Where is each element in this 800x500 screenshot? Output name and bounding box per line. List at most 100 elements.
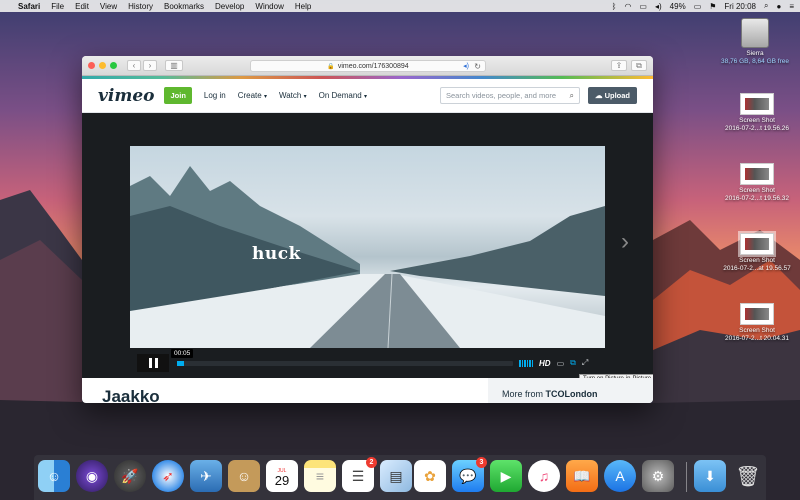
progress-bar[interactable]: 00:05: [171, 348, 513, 366]
desktop-file-screenshot[interactable]: Screen Shot 2016-07-2...at 19.56.57: [717, 231, 797, 273]
wifi-icon[interactable]: ◠: [624, 2, 631, 11]
nav-watch[interactable]: Watch ▾: [279, 91, 307, 100]
volume-control[interactable]: [519, 359, 533, 367]
dock-separator: [686, 462, 687, 492]
fullscreen-icon[interactable]: ⤢: [582, 358, 588, 368]
lock-icon: 🔒: [327, 64, 335, 70]
back-button[interactable]: ‹: [127, 60, 141, 71]
messages-icon[interactable]: 💬 3: [452, 457, 487, 492]
nav-create[interactable]: Create ▾: [238, 91, 267, 100]
notes-icon[interactable]: ≡: [304, 460, 336, 492]
search-icon[interactable]: ⌕: [570, 88, 574, 103]
volume-bar: [531, 359, 533, 367]
video-frame[interactable]: huck: [130, 146, 605, 348]
menu-help[interactable]: Help: [295, 2, 311, 11]
next-video-arrow-icon[interactable]: ›: [621, 228, 629, 256]
zoom-window-button[interactable]: [110, 62, 117, 69]
safari-icon[interactable]: ➶: [152, 460, 184, 492]
forward-button[interactable]: ›: [143, 60, 157, 71]
itunes-icon[interactable]: ♫: [528, 460, 560, 492]
app-store-icon[interactable]: A: [604, 460, 636, 492]
login-link[interactable]: Log in: [204, 91, 226, 100]
search-placeholder: Search videos, people, and more: [445, 91, 557, 100]
airplay-icon[interactable]: ▭: [639, 2, 647, 11]
screenshot-thumbnail: [738, 231, 776, 257]
menu-app-safari[interactable]: Safari: [18, 2, 40, 11]
battery-percent[interactable]: 49%: [670, 2, 686, 11]
screenshot-thumbnail: [740, 163, 774, 185]
minimize-window-button[interactable]: [99, 62, 106, 69]
reminders-icon[interactable]: ☰ 2: [342, 457, 377, 492]
reload-icon[interactable]: ↻: [474, 61, 481, 72]
chevron-down-icon: ▾: [303, 94, 307, 100]
player-controls: 00:05 HD ▭ ⧉ ⤢: [130, 348, 605, 375]
sidebar-toggle-icon[interactable]: ▥: [165, 60, 183, 71]
mail-icon[interactable]: ✈: [190, 460, 222, 492]
vimeo-logo[interactable]: vimeo: [98, 86, 154, 106]
spotlight-icon[interactable]: ⌕: [764, 1, 768, 11]
address-bar[interactable]: 🔒 vimeo.com/176300894 ◂) ↻: [250, 60, 486, 72]
current-time: 00:05: [171, 348, 194, 358]
video-scene: [130, 166, 605, 348]
calendar-icon[interactable]: JUL 29: [266, 460, 298, 492]
nav-on-demand[interactable]: On Demand ▾: [319, 91, 367, 100]
menu-edit[interactable]: Edit: [75, 2, 89, 11]
share-icon[interactable]: ⇪: [611, 60, 627, 71]
upload-button[interactable]: ☁ Upload: [587, 87, 637, 104]
menu-file[interactable]: File: [51, 2, 64, 11]
join-button[interactable]: Join: [164, 87, 192, 104]
upload-label: Upload: [604, 91, 630, 100]
user-icon[interactable]: ●: [776, 2, 781, 11]
menu-bookmarks[interactable]: Bookmarks: [164, 2, 204, 11]
tabs-overview-icon[interactable]: ⧉: [631, 60, 647, 71]
siri-icon[interactable]: ◉: [76, 460, 108, 492]
menu-window[interactable]: Window: [255, 2, 283, 11]
bluetooth-icon[interactable]: ᛒ: [612, 2, 617, 11]
volume-bar: [521, 359, 523, 367]
hd-button[interactable]: HD: [539, 359, 551, 368]
downloads-folder-icon[interactable]: ⬇: [694, 460, 726, 492]
file-name-detail: 2016-07-2...t 19.56.26: [725, 125, 789, 132]
pause-icon: [148, 358, 152, 368]
launchpad-icon[interactable]: 🚀: [114, 460, 146, 492]
contacts-icon[interactable]: ☺: [228, 460, 260, 492]
preview-icon[interactable]: ▤: [380, 460, 412, 492]
facetime-icon[interactable]: ▶: [490, 460, 522, 492]
hard-drive-icon: [741, 18, 769, 48]
reminders-badge: 2: [366, 457, 377, 468]
search-input[interactable]: Search videos, people, and more ⌕: [439, 87, 580, 104]
more-from-panel: More from TCOLondon: [488, 378, 653, 403]
menu-develop[interactable]: Develop: [215, 2, 244, 11]
clock[interactable]: Fri 20:08: [724, 2, 756, 11]
airplay-icon[interactable]: ▭: [557, 359, 565, 368]
audio-playing-icon[interactable]: ◂): [463, 61, 469, 72]
drive-name: Sierra: [746, 50, 764, 57]
more-from-channel[interactable]: TCOLondon: [546, 389, 598, 399]
battery-icon[interactable]: ▭: [694, 2, 702, 11]
more-from-label: More from: [502, 389, 544, 399]
desktop-file-screenshot[interactable]: Screen Shot 2016-07-2...t 20.04.31: [717, 303, 797, 343]
menu-view[interactable]: View: [100, 2, 117, 11]
safari-window: ‹ › ▥ 🔒 vimeo.com/176300894 ◂) ↻ ⇪ ⧉ vime…: [82, 56, 653, 403]
flag-icon[interactable]: ⚑: [709, 2, 716, 11]
pause-button[interactable]: [137, 354, 169, 372]
close-window-button[interactable]: [88, 62, 95, 69]
trash-icon[interactable]: 🗑: [732, 460, 764, 492]
calendar-day: 29: [274, 473, 290, 488]
desktop-file-screenshot[interactable]: Screen Shot 2016-07-2...t 19.56.26: [717, 93, 797, 133]
drive-icon[interactable]: Sierra 38,76 GB, 8,64 GB free: [715, 18, 795, 66]
system-preferences-icon[interactable]: ⚙: [642, 460, 674, 492]
picture-in-picture-icon[interactable]: ⧉: [570, 358, 576, 368]
video-player[interactable]: huck › 00:05 HD ▭ ⧉ ⤢: [82, 113, 653, 378]
notification-center-icon[interactable]: ≡: [789, 2, 794, 11]
file-name: Screen Shot: [739, 117, 775, 124]
menu-history[interactable]: History: [128, 2, 153, 11]
desktop-file-screenshot[interactable]: Screen Shot 2016-07-2...t 19.56.32: [717, 163, 797, 203]
drive-info: 38,76 GB, 8,64 GB free: [721, 58, 789, 65]
volume-bar: [524, 359, 526, 367]
finder-icon[interactable]: ☺: [38, 460, 70, 492]
volume-icon[interactable]: ◂): [655, 2, 662, 11]
photos-icon[interactable]: ✿: [414, 460, 446, 492]
volume-bar: [529, 359, 531, 367]
ibooks-icon[interactable]: 📖: [566, 460, 598, 492]
